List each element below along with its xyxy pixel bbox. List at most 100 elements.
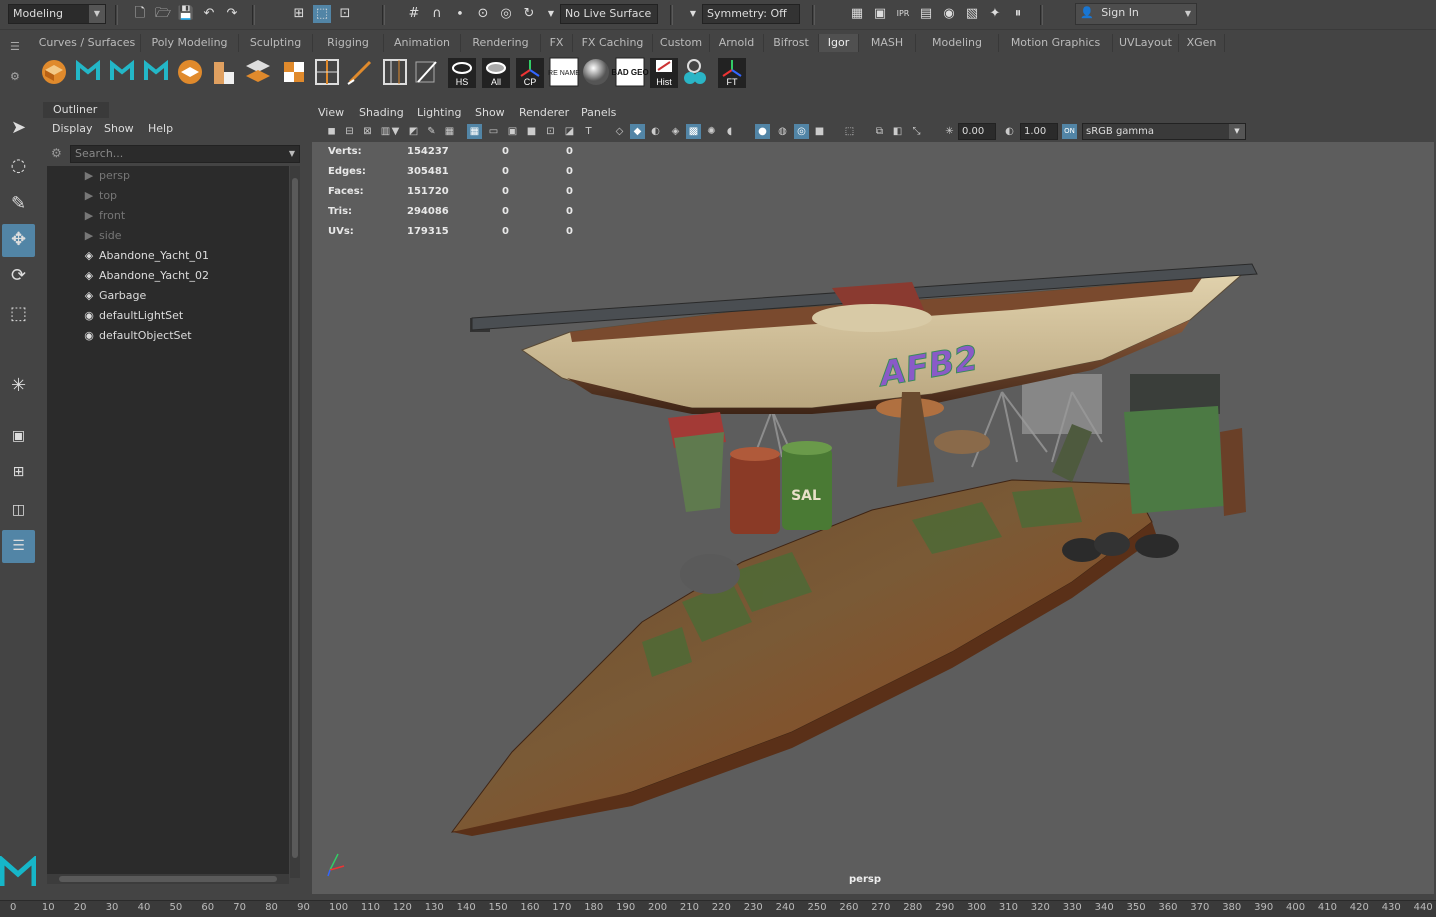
shelf-tab-arnold[interactable]: Arnold [710,34,764,52]
ambient-occlusion-icon[interactable]: ● [755,124,770,139]
select-component-icon[interactable]: ⊡ [336,5,354,23]
shelf-tab-animation[interactable]: Animation [384,34,461,52]
outliner-item[interactable]: ▶ front [47,206,289,226]
outliner-item[interactable]: ◈ Abandone_Yacht_02 [47,266,289,286]
shelf-icon-cp[interactable]: CP [516,58,544,88]
field-chart-icon[interactable]: ⊡ [543,124,558,139]
shelf-icon-pencil-grid[interactable] [415,61,437,83]
exposure-icon[interactable]: ✳ [942,124,957,139]
grid-toggle-icon[interactable]: ▦ [467,124,482,139]
outliner-item[interactable]: ◉ defaultLightSet [47,306,289,326]
shelf-tab-rendering[interactable]: Rendering [461,34,541,52]
search-input[interactable]: Search... ▼ [70,145,300,163]
snap-surface-icon[interactable]: ◎ [497,5,515,23]
time-slider[interactable]: 0 10 20 30 40 50 60 70 80 90 100 110 120 130 140 150 160… [0,900,1436,917]
smooth-shade-icon[interactable]: ◆ [630,124,645,139]
shelf-icon-tiles[interactable] [284,62,304,82]
hud-toggle-icon[interactable]: ⤡ [909,124,924,139]
gate-mask-icon[interactable]: ■ [524,124,539,139]
two-pane-layout-icon[interactable]: ◫ [2,494,35,527]
new-scene-icon[interactable]: 🗋 [131,5,149,23]
xray-active-icon[interactable]: ◧ [890,124,905,139]
shelf-icon-blend[interactable] [684,59,706,84]
shelf-icon-pen[interactable] [347,60,372,85]
shelf-icon-badgeo[interactable]: BAD GEO [611,57,649,87]
lasso-tool-icon[interactable]: ◌ [2,150,35,183]
safe-title-icon[interactable]: T [581,124,596,139]
bookmark-pin-icon[interactable]: ▼ [388,124,403,139]
outliner-layout-icon[interactable]: ☰ [2,530,35,563]
shelf-icon-rename[interactable]: RE NAME [548,57,580,87]
outliner-tab[interactable]: Outliner [43,102,109,118]
shelf-tab-igor[interactable]: Igor [819,34,859,52]
shelf-icon-all[interactable]: All [482,58,510,88]
grease-pencil-icon[interactable]: ✎ [424,124,439,139]
undo-icon[interactable]: ↶ [200,5,218,23]
outliner-menu-show[interactable]: Show [104,122,134,135]
ipr-render-icon[interactable]: IPR [894,5,912,23]
viewport-menu-show[interactable]: Show [475,106,505,119]
viewport-menu-lighting[interactable]: Lighting [417,106,461,119]
shelf-icon-maya-1[interactable] [76,59,100,80]
open-scene-icon[interactable]: 🗁 [154,5,172,23]
shelf-icon-maya-2[interactable] [110,59,134,80]
hypershade-icon[interactable]: ◉ [940,5,958,23]
gamma-icon[interactable]: ◐ [1002,124,1017,139]
chevron-down-icon[interactable]: ▼ [289,146,295,162]
outliner-item[interactable]: ◈ Garbage [47,286,289,306]
render-frame-icon[interactable]: ▣ [871,5,889,23]
shelf-icon-grid-split[interactable] [315,59,339,85]
sign-in-button[interactable]: 👤 Sign In ▼ [1075,3,1197,25]
move-tool-icon[interactable]: ✥ [2,224,35,257]
color-management-icon[interactable]: ON [1062,124,1077,139]
shelf-tab-curves-surfaces[interactable]: Curves / Surfaces [34,34,141,52]
paint-select-tool-icon[interactable]: ✎ [2,188,35,221]
color-space-dropdown[interactable]: sRGB gamma ▼ [1082,123,1246,140]
shelf-handle[interactable]: ☰ ⚙ [10,38,22,98]
outliner-menu-help[interactable]: Help [148,122,173,135]
outliner-horizontal-scrollbar[interactable] [47,874,289,884]
shelf-icon-columns[interactable] [383,59,407,85]
shelf-tab-motion-graphics[interactable]: Motion Graphics [999,34,1113,52]
outliner-menu-display[interactable]: Display [52,122,93,135]
shelf-icon-sphere[interactable] [583,59,609,85]
resolution-gate-icon[interactable]: ▣ [505,124,520,139]
3d-viewport[interactable]: AFB2 SAL Verts: 154237 0 0 Edges: 305481… [312,142,1434,894]
outliner-item[interactable]: ▶ persp [47,166,289,186]
outliner-vertical-scrollbar[interactable] [290,166,300,878]
outliner-item[interactable]: ◈ Abandone_Yacht_01 [47,246,289,266]
shelf-tab-fx[interactable]: FX [541,34,573,52]
redo-icon[interactable]: ↷ [223,5,241,23]
outliner-item[interactable]: ▶ side [47,226,289,246]
shelf-icon-hs[interactable]: HS [448,58,476,88]
shelf-tab-poly-modeling[interactable]: Poly Modeling [141,34,239,52]
gamma-field[interactable]: 1.00 [1020,123,1058,140]
viewport-menu-panels[interactable]: Panels [581,106,616,119]
2d-pan-icon[interactable]: ◩ [406,124,421,139]
four-pane-layout-icon[interactable]: ⊞ [2,456,35,489]
shadows-icon[interactable]: ◖ [722,124,737,139]
camera-attributes-icon[interactable]: ⊟ [342,124,357,139]
safe-action-icon[interactable]: ◪ [562,124,577,139]
shelf-icon-layer-stack[interactable] [178,60,202,84]
select-object-icon[interactable]: ⬚ [313,5,331,23]
viewport-menu-renderer[interactable]: Renderer [519,106,569,119]
snap-view-icon[interactable]: ⊙ [474,5,492,23]
scale-tool-icon[interactable]: ⬚ [2,298,35,331]
shelf-tab-modeling[interactable]: Modeling [916,34,999,52]
anti-aliasing-icon[interactable]: ◎ [794,124,809,139]
motion-blur-icon[interactable]: ◍ [775,124,790,139]
exposure-field[interactable]: 0.00 [958,123,996,140]
grid-icon[interactable]: ▦ [442,124,457,139]
select-tool-icon[interactable]: ➤ [2,112,35,145]
outliner-item[interactable]: ▶ top [47,186,289,206]
xray-icon[interactable]: ◈ [668,124,683,139]
snap-live-icon[interactable]: ↻ [520,5,538,23]
save-scene-icon[interactable]: 💾 [177,5,195,23]
snap-point-icon[interactable]: ∙ [451,5,469,23]
scrollbar-thumb[interactable] [59,876,277,882]
light-editor-icon[interactable]: ✦ [986,5,1004,23]
shelf-tab-bifrost[interactable]: Bifrost [764,34,819,52]
isolate-select-icon[interactable]: ⬚ [842,124,857,139]
xray-joints-icon[interactable]: ⧉ [872,124,887,139]
